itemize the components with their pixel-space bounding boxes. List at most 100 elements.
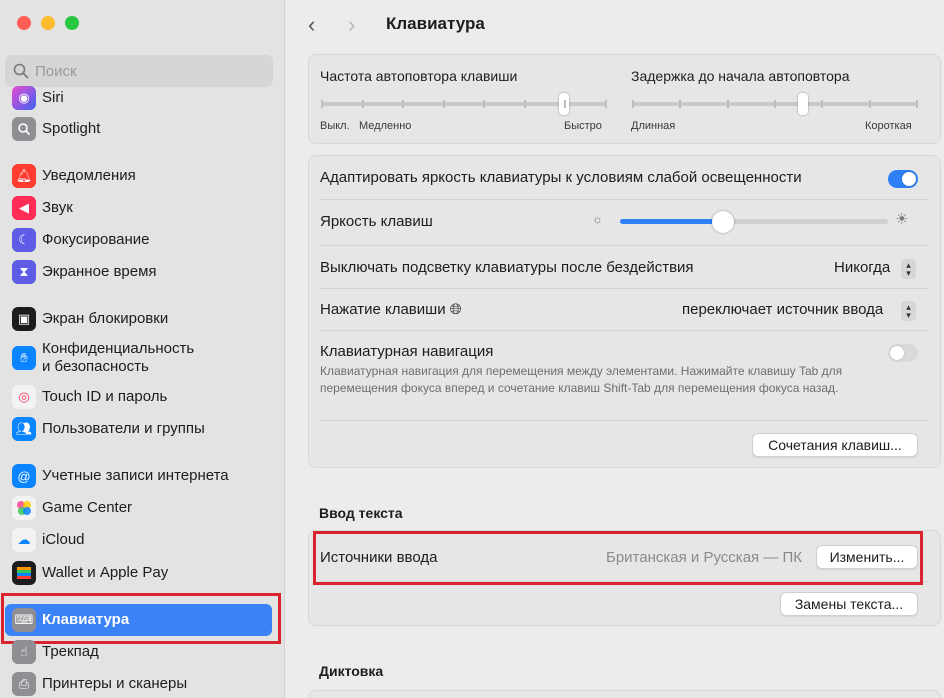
sidebar-item-label: Пользователи и группы — [42, 420, 205, 437]
adapt-brightness-label: Адаптировать яркость клавиатуры к услови… — [320, 169, 802, 186]
press-key-stepper[interactable]: ▴ ▾ — [901, 301, 916, 321]
slider-tick — [321, 100, 323, 108]
slider-tick — [821, 100, 824, 108]
slider-tick — [916, 100, 918, 108]
slider-tick — [402, 100, 405, 108]
sidebar-item-label: Экран блокировки — [42, 310, 169, 327]
divider — [320, 288, 928, 289]
press-key-value[interactable]: переключает источник ввода — [682, 301, 883, 318]
sidebar-item-label: Учетные записи интернета — [42, 467, 229, 484]
close-window-button[interactable] — [17, 16, 31, 30]
sidebar-item-wallet[interactable]: Wallet и Apple Pay — [0, 557, 284, 589]
press-key-label: Нажатие клавиши 🌐︎ — [320, 301, 462, 318]
sidebar-item-printers[interactable]: ⎙ Принтеры и сканеры — [0, 668, 284, 698]
sidebar-item-siri[interactable]: ◉ Siri — [0, 82, 284, 114]
page-title: Клавиатура — [386, 14, 485, 33]
spotlight-icon — [12, 117, 36, 141]
sidebar-item-label: Game Center — [42, 499, 133, 516]
repeat-delay-knob[interactable] — [798, 93, 808, 115]
search-input[interactable] — [35, 62, 255, 80]
backlight-off-stepper[interactable]: ▴ ▾ — [901, 259, 916, 279]
sidebar-item-game-center[interactable]: Game Center — [0, 492, 284, 524]
backlight-off-value[interactable]: Никогда — [834, 259, 890, 276]
key-brightness-label: Яркость клавиш — [320, 213, 433, 230]
window-controls — [17, 16, 79, 30]
backlight-off-label: Выключать подсветку клавиатуры после без… — [320, 259, 694, 276]
kbd-nav-toggle[interactable] — [888, 344, 918, 362]
dictation-section-title: Диктовка — [319, 663, 384, 679]
repeat-delay-max-label: Короткая — [865, 120, 912, 132]
repeat-rate-min-label: Выкл. — [320, 120, 350, 132]
slider-tick — [523, 100, 526, 108]
sidebar-item-focus[interactable]: ☾ Фокусирование — [0, 224, 284, 256]
sidebar-item-notifications[interactable]: 🔔︎ Уведомления — [0, 160, 284, 192]
zoom-window-button[interactable] — [65, 16, 79, 30]
globe-icon: 🌐︎ — [449, 301, 462, 318]
trackpad-icon: ☝︎ — [12, 640, 36, 664]
back-button[interactable]: ‹ — [308, 12, 315, 38]
press-key-text: Нажатие клавиши — [320, 301, 446, 318]
sidebar-item-label: Wallet и Apple Pay — [42, 564, 169, 581]
text-replacements-button[interactable]: Замены текста... — [780, 592, 918, 616]
keyboard-settings-card: Адаптировать яркость клавиатуры к услови… — [308, 155, 941, 468]
sidebar-item-sound[interactable]: ◀︎ Звук — [0, 192, 284, 224]
toolbar: ‹ › Клавиатура — [286, 0, 944, 50]
printer-icon: ⎙ — [12, 672, 36, 696]
bell-icon: 🔔︎ — [12, 164, 36, 188]
adapt-brightness-toggle[interactable] — [888, 170, 918, 188]
key-repeat-card: Частота автоповтора клавиши Выкл. Медлен… — [308, 54, 941, 144]
moon-icon: ☾ — [12, 228, 36, 252]
cloud-icon: ☁ — [12, 528, 36, 552]
text-input-section-title: Ввод текста — [319, 505, 403, 521]
wallet-icon — [12, 561, 36, 585]
sidebar-item-label: Фокусирование — [42, 231, 150, 248]
sidebar-item-label: Siri — [42, 89, 64, 106]
slider-tick — [483, 100, 486, 108]
sidebar-item-screen-time[interactable]: ⧗ Экранное время — [0, 256, 284, 288]
sidebar-item-privacy[interactable]: ✋︎ Конфиденциальность и безопасность — [0, 340, 284, 376]
sidebar-item-users[interactable]: 👥︎ Пользователи и группы — [0, 413, 284, 445]
dictation-card — [308, 690, 941, 698]
key-brightness-knob[interactable] — [712, 211, 734, 233]
lock-screen-icon: ▣ — [12, 307, 36, 331]
divider — [320, 199, 928, 200]
forward-button[interactable]: › — [348, 12, 355, 38]
slider-tick — [361, 100, 364, 108]
sidebar-item-label: Трекпад — [42, 643, 99, 660]
slider-tick — [726, 100, 729, 108]
siri-icon: ◉ — [12, 86, 36, 110]
at-icon: @ — [12, 464, 36, 488]
kbd-nav-label: Клавиатурная навигация — [320, 343, 494, 360]
fingerprint-icon: ◎ — [12, 385, 36, 409]
keyboard-shortcuts-button[interactable]: Сочетания клавиш... — [752, 433, 918, 457]
sidebar: ◉ Siri Spotlight 🔔︎ Уведомления ◀︎ Звук … — [0, 0, 285, 698]
sidebar-item-spotlight[interactable]: Spotlight — [0, 113, 284, 145]
repeat-rate-slow-label: Медленно — [359, 120, 412, 132]
slider-tick — [679, 100, 682, 108]
kbd-nav-description: Клавиатурная навигация для перемещения м… — [320, 364, 843, 395]
divider — [320, 420, 928, 421]
slider-tick — [442, 100, 445, 108]
main-pane: ‹ › Клавиатура Частота автоповтора клави… — [286, 0, 944, 698]
sidebar-item-icloud[interactable]: ☁ iCloud — [0, 524, 284, 556]
sidebar-item-trackpad[interactable]: ☝︎ Трекпад — [0, 636, 284, 668]
input-sources-highlight-box — [313, 531, 923, 585]
key-brightness-fill — [620, 219, 724, 224]
repeat-delay-label: Задержка до начала автоповтора — [631, 68, 850, 84]
sidebar-item-label: iCloud — [42, 531, 85, 548]
brightness-low-icon: ☼ — [592, 212, 603, 226]
minimize-window-button[interactable] — [41, 16, 55, 30]
sidebar-item-touch-id[interactable]: ◎ Touch ID и пароль — [0, 381, 284, 413]
repeat-rate-label: Частота автоповтора клавиши — [320, 68, 518, 84]
sidebar-item-internet-accounts[interactable]: @ Учетные записи интернета — [0, 460, 284, 492]
users-icon: 👥︎ — [12, 417, 36, 441]
sidebar-item-label: Spotlight — [42, 120, 101, 137]
sidebar-item-label: Touch ID и пароль — [42, 388, 168, 405]
sidebar-item-lock-screen[interactable]: ▣ Экран блокировки — [0, 303, 284, 335]
sidebar-item-label: Уведомления — [42, 167, 136, 184]
sidebar-item-label: Конфиденциальность и безопасность — [42, 340, 195, 375]
toggle-knob — [890, 346, 904, 360]
search-icon — [13, 63, 29, 79]
slider-tick — [605, 100, 607, 108]
hourglass-icon: ⧗ — [12, 260, 36, 284]
